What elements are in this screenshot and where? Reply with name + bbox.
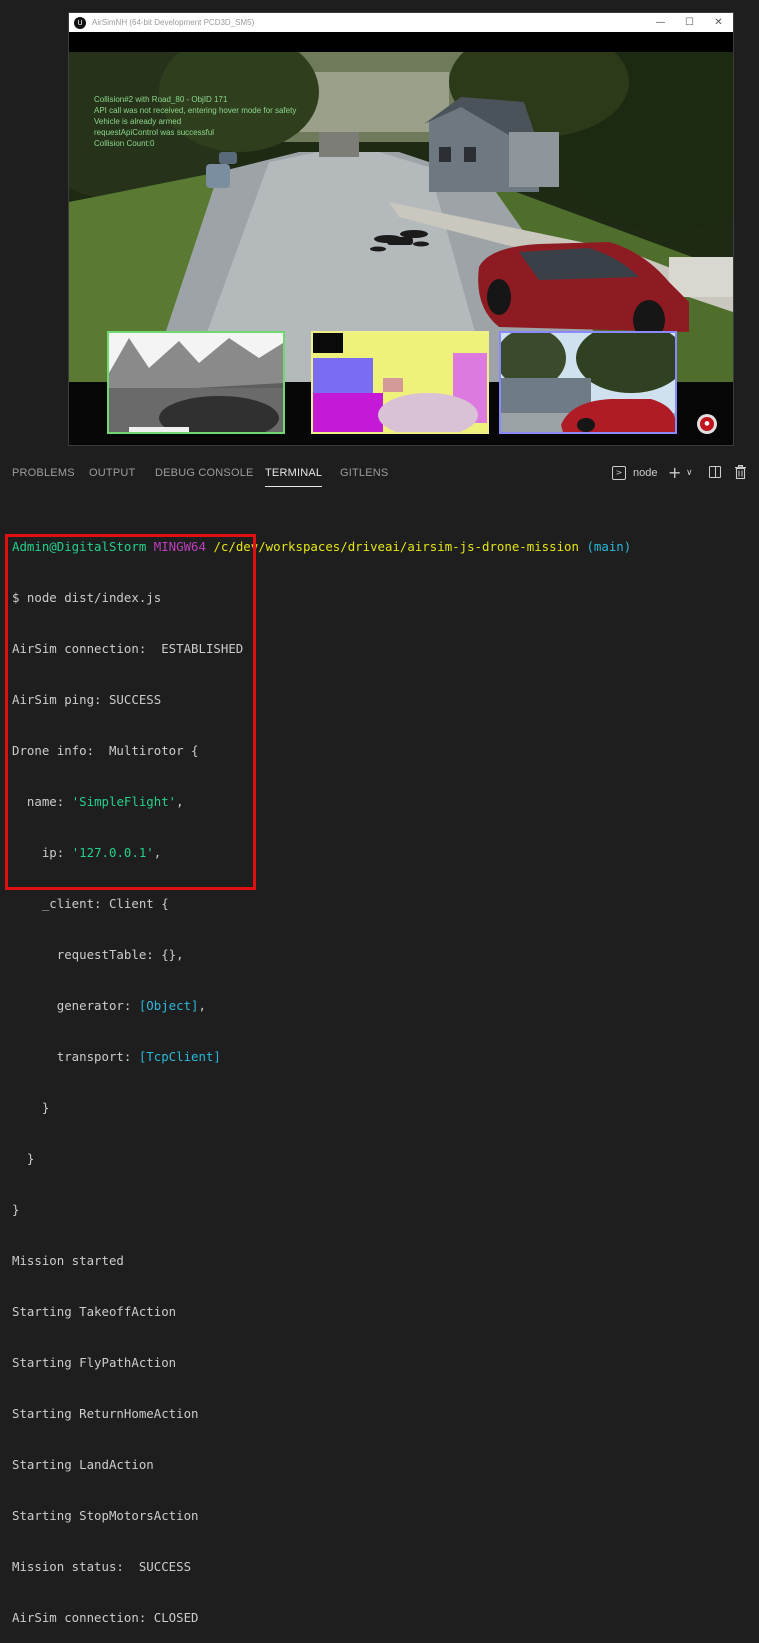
prompt-branch: (main) [586, 539, 632, 554]
unreal-logo-icon: U [74, 16, 86, 29]
highlight-box [5, 534, 256, 890]
maximize-icon[interactable]: ☐ [675, 13, 704, 32]
simulation-viewport[interactable]: Collision#2 with Road_80 - ObjID 171 API… [69, 52, 733, 445]
airsim-titlebar[interactable]: U AirSimNH (64-bit Development PCD3D_SM5… [69, 13, 733, 32]
output-line: } [12, 1100, 50, 1115]
output-key: transport: [12, 1049, 139, 1064]
overlay-line: API call was not received, entering hove… [94, 106, 297, 115]
sim-status-overlay: Collision#2 with Road_80 - ObjID 171 API… [94, 94, 296, 149]
segmentation-camera-subwindow [311, 331, 489, 434]
tab-output[interactable]: OUTPUT [89, 456, 135, 490]
close-icon[interactable]: ✕ [704, 13, 733, 32]
mission-status: Mission status: SUCCESS [12, 1559, 192, 1574]
split-icon[interactable] [709, 466, 721, 478]
overlay-line: Vehicle is already armed [94, 117, 182, 126]
mission-step: Starting LandAction [12, 1457, 154, 1472]
scene-camera-subwindow [499, 331, 677, 434]
tab-problems[interactable]: PROBLEMS [12, 456, 75, 490]
prompt-path: /c/dev/workspaces/driveai/airsim-js-dron… [213, 539, 579, 554]
mission-step: Starting StopMotorsAction [12, 1508, 199, 1523]
output-object: [Object] [138, 998, 199, 1013]
overlay-line: Collision#2 with Road_80 - ObjID 171 [94, 95, 228, 104]
connection-status: AirSim connection: CLOSED [12, 1610, 199, 1625]
overlay-line: Collision Count:0 [94, 139, 155, 148]
tab-terminal[interactable]: TERMINAL [265, 456, 323, 490]
minimize-icon[interactable]: — [646, 13, 675, 32]
chevron-down-icon[interactable]: ∨ [686, 467, 693, 479]
output-line: } [12, 1202, 20, 1217]
tab-gitlens[interactable]: GITLENS [340, 456, 388, 490]
record-icon: ● [700, 417, 714, 431]
panel-tab-bar: PROBLEMS OUTPUT DEBUG CONSOLE TERMINAL G… [0, 456, 759, 490]
mission-step: Starting ReturnHomeAction [12, 1406, 199, 1421]
depth-camera-subwindow [107, 331, 285, 434]
mission-step: Starting TakeoffAction [12, 1304, 177, 1319]
overlay-line: requestApiControl was successful [94, 128, 215, 137]
window-title: AirSimNH (64-bit Development PCD3D_SM5) [92, 18, 255, 27]
plus-icon[interactable]: + [668, 465, 681, 481]
output-line: transport: [TcpClient] [12, 1048, 631, 1065]
output-object: [TcpClient] [138, 1049, 221, 1064]
output-line: requestTable: {}, [12, 947, 184, 962]
output-line: _client: Client { [12, 896, 169, 911]
mission-step: Starting FlyPathAction [12, 1355, 177, 1370]
airsim-window[interactable]: U AirSimNH (64-bit Development PCD3D_SM5… [68, 12, 734, 446]
output-key: generator: [12, 998, 139, 1013]
output-punct: , [198, 998, 206, 1013]
mission-step: Mission started [12, 1253, 124, 1268]
output-line: generator: [Object], [12, 997, 631, 1014]
terminal-icon[interactable]: > [612, 466, 626, 480]
terminal-selector[interactable]: node [633, 456, 657, 490]
output-line: } [12, 1151, 35, 1166]
record-button[interactable]: ● [697, 414, 717, 434]
trash-icon[interactable] [734, 465, 747, 479]
tab-debug-console[interactable]: DEBUG CONSOLE [155, 456, 254, 490]
